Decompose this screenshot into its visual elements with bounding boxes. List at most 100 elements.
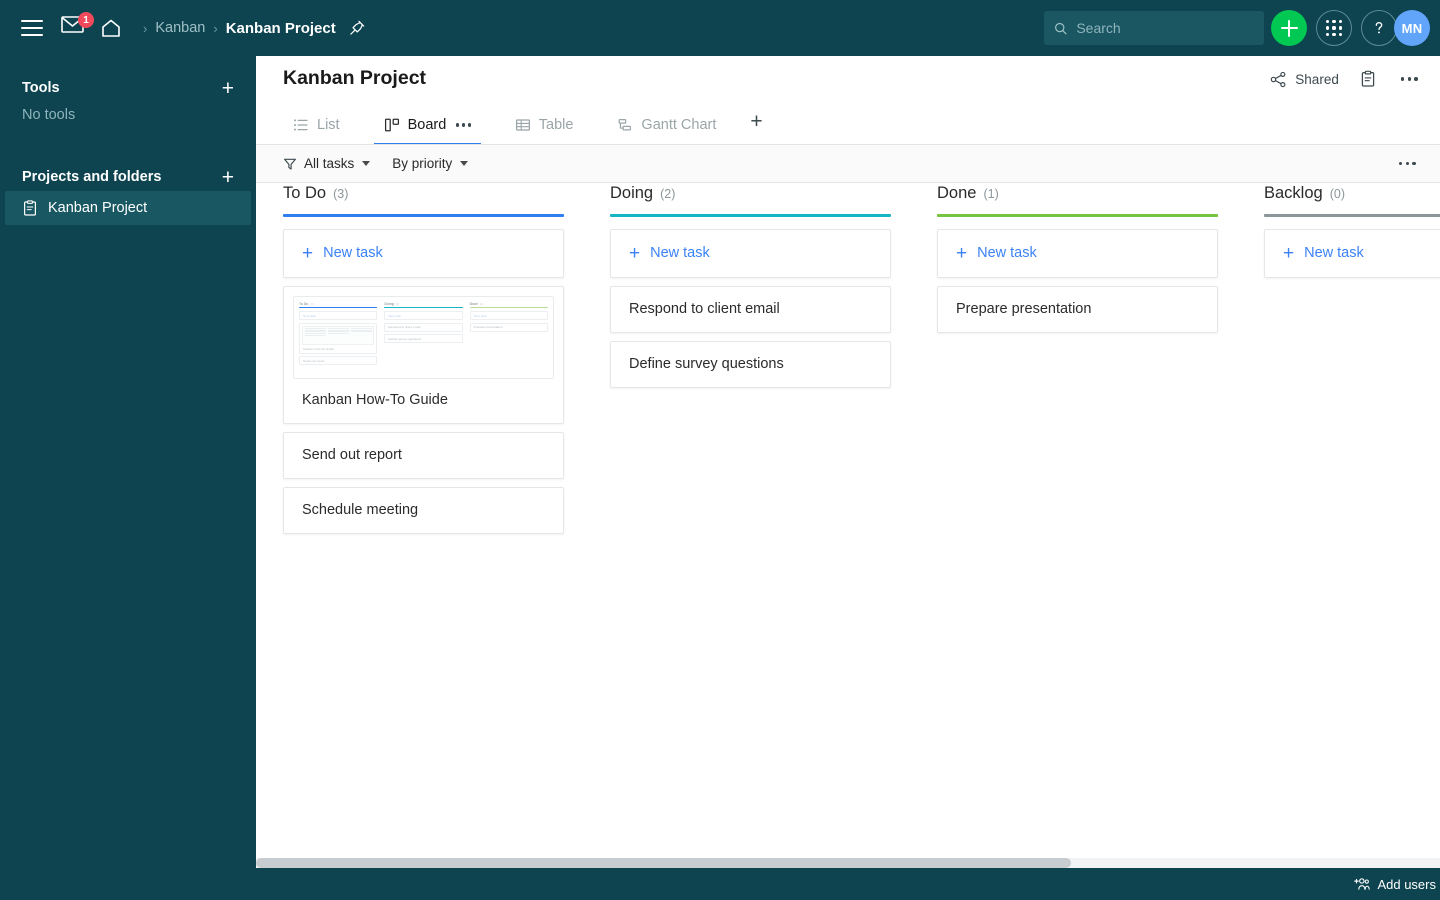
mini-column-count: (3) bbox=[310, 302, 314, 306]
mail-icon[interactable]: 1 bbox=[61, 12, 94, 41]
sidebar: Tools + No tools Projects and folders + … bbox=[0, 56, 256, 900]
plus-icon: + bbox=[629, 242, 641, 264]
tab-label: List bbox=[317, 117, 340, 133]
content-more-icon[interactable] bbox=[1397, 73, 1422, 85]
plus-icon: + bbox=[1283, 242, 1295, 264]
sidebar-tools-title: Tools bbox=[22, 80, 60, 96]
new-task-button[interactable]: + New task bbox=[937, 228, 1218, 278]
create-new-button[interactable] bbox=[1271, 10, 1307, 46]
new-task-label: New task bbox=[1304, 245, 1364, 262]
gantt-icon bbox=[619, 118, 632, 131]
mini-accent-rule bbox=[299, 307, 378, 309]
mini-task-card: Define survey questions bbox=[384, 334, 463, 344]
shared-button[interactable]: Shared bbox=[1270, 71, 1339, 88]
bottom-status-bar: Add users bbox=[0, 868, 1440, 900]
breadcrumb-current[interactable]: Kanban Project bbox=[226, 20, 336, 37]
filter-all-tasks[interactable]: All tasks bbox=[283, 156, 371, 171]
tab-board[interactable]: Board bbox=[373, 106, 481, 145]
add-users-label: Add users bbox=[1377, 876, 1436, 892]
task-card-title: Send out report bbox=[302, 447, 402, 464]
filter-by-priority[interactable]: By priority bbox=[392, 156, 469, 171]
hamburger-menu-icon[interactable] bbox=[21, 20, 43, 36]
sidebar-item-kanban-project[interactable]: Kanban Project bbox=[5, 191, 251, 225]
kanban-column-done: Done (1) + New task Prepare presentation bbox=[937, 184, 1218, 534]
apps-grid-icon[interactable] bbox=[1316, 10, 1352, 46]
tab-label: Table bbox=[538, 117, 574, 133]
kanban-column-backlog: Backlog (0) + New task bbox=[1264, 184, 1440, 534]
task-card-title: Kanban How-To Guide bbox=[302, 391, 448, 408]
column-cards: + New task To Do (3) New task Kanban How… bbox=[283, 217, 564, 534]
tab-list[interactable]: List bbox=[283, 106, 350, 144]
mini-column-doing: Doing (2) New task Respond to client ema… bbox=[384, 301, 463, 378]
column-header: Backlog (0) bbox=[1264, 184, 1440, 214]
mini-accent-rule bbox=[384, 307, 463, 309]
apps-grid-glyph bbox=[1326, 20, 1342, 36]
column-header: Doing (2) bbox=[610, 184, 891, 214]
column-cards: + New task bbox=[1264, 217, 1440, 278]
task-card-title: Prepare presentation bbox=[956, 301, 1092, 318]
task-card-send-out-report[interactable]: Send out report bbox=[283, 431, 564, 479]
user-avatar[interactable]: MN bbox=[1394, 10, 1430, 46]
task-card-define-survey-questions[interactable]: Define survey questions bbox=[610, 340, 891, 388]
new-task-button[interactable]: + New task bbox=[1264, 228, 1440, 278]
tab-gantt-chart[interactable]: Gantt Chart bbox=[607, 106, 726, 144]
column-count: (0) bbox=[1329, 187, 1345, 201]
search-icon bbox=[1055, 22, 1067, 34]
task-card-respond-to-client-email[interactable]: Respond to client email bbox=[610, 285, 891, 333]
view-tabs: List Board Table Gantt Chart + bbox=[283, 106, 1440, 146]
help-circle-icon[interactable] bbox=[1361, 10, 1397, 46]
content-header-actions: Shared bbox=[1270, 70, 1422, 88]
tab-more-icon[interactable] bbox=[456, 123, 471, 127]
mini-column-title: To Do bbox=[299, 301, 309, 306]
new-task-label: New task bbox=[977, 245, 1037, 262]
sidebar-tools-empty: No tools bbox=[22, 107, 76, 123]
card-media: To Do (3) New task Kanban How-To Guide S… bbox=[284, 287, 563, 379]
breadcrumb-separator-1: › bbox=[143, 20, 148, 36]
tab-table[interactable]: Table bbox=[505, 106, 584, 144]
kanban-column-todo: To Do (3) + New task To Do (3) New task … bbox=[283, 184, 564, 534]
mini-new-task: New task bbox=[469, 311, 548, 321]
sidebar-tools-header: Tools + bbox=[0, 74, 256, 102]
mini-board-preview: To Do (3) New task Kanban How-To Guide S… bbox=[294, 296, 553, 378]
add-view-button[interactable]: + bbox=[742, 106, 770, 138]
column-title: Doing bbox=[610, 184, 654, 202]
question-mark-glyph bbox=[1375, 22, 1383, 34]
task-card-schedule-meeting[interactable]: Schedule meeting bbox=[283, 486, 564, 534]
task-card-title: Schedule meeting bbox=[302, 502, 419, 519]
add-tool-button[interactable]: + bbox=[222, 78, 234, 99]
share-nodes-icon bbox=[1271, 71, 1286, 87]
chevron-down-icon bbox=[460, 161, 469, 166]
top-navigation-bar: 1 › Kanban › Kanban Project MN bbox=[0, 0, 1440, 56]
mini-task-card: Send out report bbox=[299, 356, 378, 366]
plus-icon: + bbox=[956, 242, 968, 264]
horizontal-scrollbar-track[interactable] bbox=[256, 858, 1440, 868]
clipboard-button[interactable] bbox=[1359, 70, 1377, 88]
task-card-kanban-how-to-guide[interactable]: To Do (3) New task Kanban How-To Guide S… bbox=[283, 285, 564, 424]
horizontal-scrollbar-thumb[interactable] bbox=[256, 858, 1071, 868]
filter-more-icon[interactable] bbox=[1395, 158, 1420, 170]
search-box[interactable] bbox=[1044, 11, 1264, 45]
mini-column-count: (1) bbox=[480, 302, 484, 306]
new-task-button[interactable]: + New task bbox=[610, 228, 891, 278]
column-count: (3) bbox=[333, 187, 349, 201]
home-icon[interactable] bbox=[99, 16, 123, 40]
mini-task-card: Respond to client email bbox=[384, 322, 463, 332]
column-title: Backlog bbox=[1264, 184, 1323, 202]
new-task-label: New task bbox=[323, 245, 383, 262]
new-task-button[interactable]: + New task bbox=[283, 228, 564, 278]
mini-column-title: Doing bbox=[384, 301, 394, 306]
mini-accent-rule bbox=[469, 307, 548, 309]
add-project-button[interactable]: + bbox=[222, 167, 234, 188]
breadcrumb-separator-2: › bbox=[213, 20, 218, 36]
kanban-board: To Do (3) + New task To Do (3) New task … bbox=[256, 184, 1440, 852]
search-input[interactable] bbox=[1076, 20, 1254, 36]
mini-column-title: Done bbox=[469, 301, 479, 306]
breadcrumb-parent-link[interactable]: Kanban bbox=[155, 20, 205, 36]
task-card-prepare-presentation[interactable]: Prepare presentation bbox=[937, 285, 1218, 333]
pin-icon[interactable] bbox=[348, 19, 366, 37]
column-count: (1) bbox=[983, 187, 999, 201]
new-task-label: New task bbox=[650, 245, 710, 262]
add-users-button[interactable]: Add users bbox=[1354, 877, 1436, 892]
mini-task-card: Kanban How-To Guide bbox=[299, 322, 378, 354]
mail-badge: 1 bbox=[78, 12, 94, 28]
